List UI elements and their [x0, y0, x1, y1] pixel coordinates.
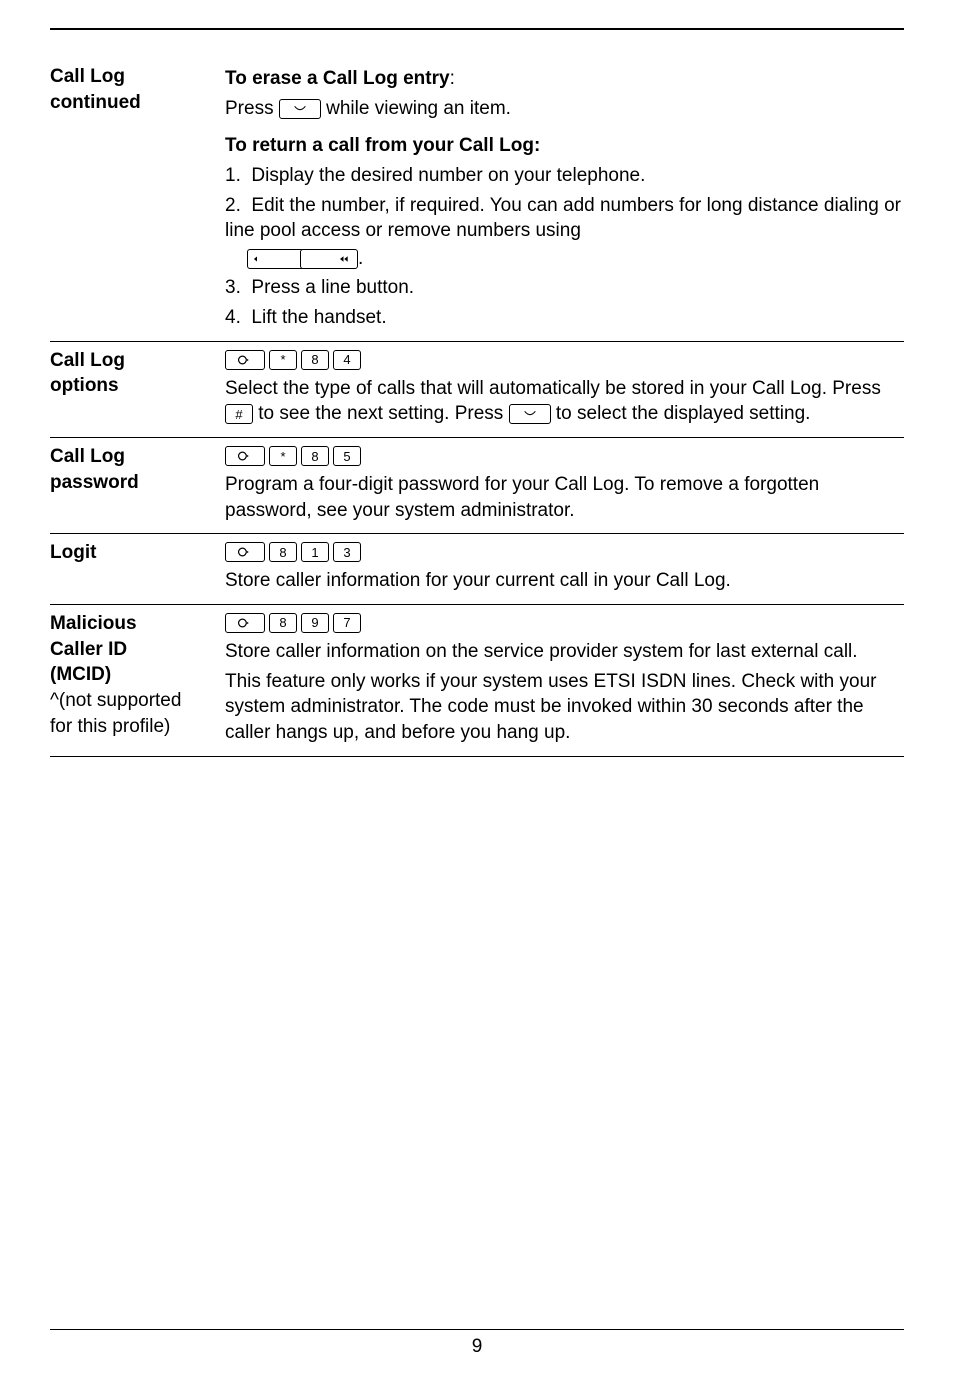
options-text-c: to select the displayed setting. — [556, 403, 811, 424]
digit-7-key: 7 — [333, 613, 361, 633]
label-note-1: ^(not supported — [50, 688, 215, 714]
page: Call Log continued To erase a Call Log e… — [0, 28, 954, 1380]
erase-heading-suffix: : — [450, 68, 455, 89]
step-2: 2. Edit the number, if required. You can… — [225, 193, 904, 272]
page-number-text: 9 — [472, 1336, 483, 1357]
digit-8-key: 8 — [301, 446, 329, 466]
section-logit: Logit 8 1 3 Store caller information for… — [50, 534, 904, 605]
label-line-2: Caller ID — [50, 637, 215, 663]
return-call-heading: To return a call from your Call Log: — [225, 133, 904, 159]
feature-key-icon — [225, 350, 265, 370]
volume-left-key-icon — [247, 249, 306, 269]
content-call-log-password: * 8 5 Program a four-digit password for … — [225, 444, 904, 527]
digit-1-key: 1 — [301, 542, 329, 562]
digit-5-key: 5 — [333, 446, 361, 466]
digit-9-key: 9 — [301, 613, 329, 633]
step-4: 4. Lift the handset. — [225, 305, 904, 331]
digit-8-key: 8 — [269, 613, 297, 633]
feature-key-icon — [225, 542, 265, 562]
erase-text-b: while viewing an item. — [326, 98, 511, 119]
label-call-log-continued: Call Log continued — [50, 64, 225, 335]
return-call-steps: 1. Display the desired number on your te… — [225, 163, 904, 331]
volume-right-key-icon — [300, 249, 358, 269]
step-2-keys: . — [247, 246, 904, 272]
section-mcid: Malicious Caller ID (MCID) ^(not support… — [50, 605, 904, 757]
section-call-log-continued: Call Log continued To erase a Call Log e… — [50, 58, 904, 342]
options-text-a: Select the type of calls that will autom… — [225, 378, 881, 399]
content-call-log-continued: To erase a Call Log entry: Press while v… — [225, 64, 904, 335]
options-text-b: to see the next setting. Press — [258, 403, 503, 424]
label-line-2: continued — [50, 90, 215, 116]
hash-key: # — [225, 404, 253, 424]
erase-text-a: Press — [225, 98, 274, 119]
erase-heading: To erase a Call Log entry — [225, 68, 450, 89]
erase-heading-line: To erase a Call Log entry: — [225, 66, 904, 92]
label-logit: Logit — [50, 540, 225, 598]
password-text: Program a four-digit password for your C… — [225, 472, 904, 523]
label-line-2: options — [50, 373, 215, 399]
content-logit: 8 1 3 Store caller information for your … — [225, 540, 904, 598]
mcid-text-1: Store caller information on the service … — [225, 639, 904, 665]
mcid-text-2: This feature only works if your system u… — [225, 669, 904, 746]
key-sequence-options: * 8 4 — [225, 350, 361, 370]
digit-8-key: 8 — [301, 350, 329, 370]
label-line-1: Call Log — [50, 64, 215, 90]
star-key: * — [269, 446, 297, 466]
digit-4-key: 4 — [333, 350, 361, 370]
digit-8-key: 8 — [269, 542, 297, 562]
content-mcid: 8 9 7 Store caller information on the se… — [225, 611, 904, 750]
options-text: Select the type of calls that will autom… — [225, 376, 904, 427]
label-line-1: Malicious — [50, 611, 215, 637]
section-call-log-password: Call Log password * 8 5 Program a four-d… — [50, 438, 904, 534]
label-mcid: Malicious Caller ID (MCID) ^(not support… — [50, 611, 225, 750]
step-3: 3. Press a line button. — [225, 275, 904, 301]
label-line-3: (MCID) — [50, 662, 215, 688]
label-line-1: Call Log — [50, 444, 215, 470]
step-2-trailing-period: . — [358, 248, 363, 269]
label-line-1: Logit — [50, 540, 215, 566]
star-key: * — [269, 350, 297, 370]
section-call-log-options: Call Log options * 8 4 Select the type o… — [50, 342, 904, 438]
label-note-2: for this profile) — [50, 714, 215, 740]
logit-text: Store caller information for your curren… — [225, 568, 904, 594]
hold-key-icon — [509, 404, 551, 424]
step-1: 1. Display the desired number on your te… — [225, 163, 904, 189]
footer-rule — [50, 1329, 904, 1330]
label-line-2: password — [50, 470, 215, 496]
content-call-log-options: * 8 4 Select the type of calls that will… — [225, 348, 904, 431]
key-sequence-mcid: 8 9 7 — [225, 613, 361, 633]
key-sequence-logit: 8 1 3 — [225, 542, 361, 562]
feature-key-icon — [225, 613, 265, 633]
top-rule — [50, 28, 904, 30]
page-footer: 9 — [0, 1329, 954, 1360]
hold-key-icon — [279, 99, 321, 119]
label-call-log-options: Call Log options — [50, 348, 225, 431]
key-sequence-password: * 8 5 — [225, 446, 361, 466]
feature-key-icon — [225, 446, 265, 466]
label-line-1: Call Log — [50, 348, 215, 374]
digit-3-key: 3 — [333, 542, 361, 562]
erase-instruction: Press while viewing an item. — [225, 96, 904, 122]
label-call-log-password: Call Log password — [50, 444, 225, 527]
